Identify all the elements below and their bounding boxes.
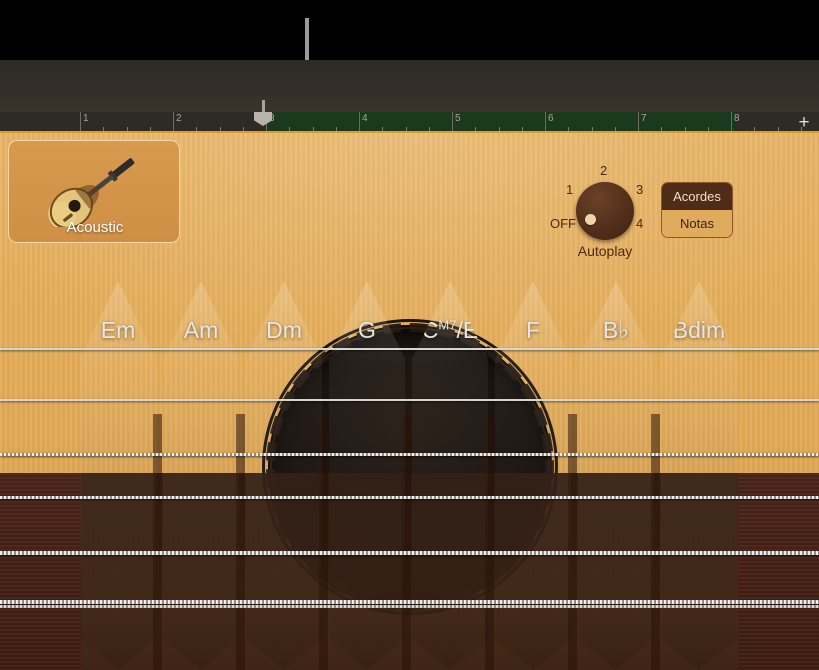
chord-strip-6[interactable]: B♭	[578, 281, 654, 670]
chord-strip-0[interactable]: Em	[80, 281, 156, 670]
chord-label: G	[329, 317, 405, 344]
chord-root: Bdim	[673, 317, 725, 343]
chord-label: Em	[80, 317, 156, 344]
bar-number: 5	[452, 113, 461, 124]
mode-option-notas[interactable]: Notas	[662, 210, 732, 237]
ruler-left-pad	[0, 112, 80, 133]
chord-root: Dm	[266, 317, 302, 343]
chord-label: CM7/E	[412, 317, 488, 344]
instrument-card[interactable]: Acoustic	[8, 140, 180, 243]
chord-root: F	[526, 317, 540, 343]
string-6[interactable]	[0, 600, 819, 604]
garageband-window: ? 1 2 3 4 5 6 7 8 +	[0, 0, 819, 670]
autoplay-knob-indicator	[585, 214, 596, 225]
string-4[interactable]	[0, 496, 819, 499]
add-track-button[interactable]: +	[793, 112, 815, 133]
mode-toggle: Acordes Notas	[661, 182, 733, 238]
chord-strip-2[interactable]: Dm	[246, 281, 322, 670]
chord-root: Em	[101, 317, 136, 343]
bar-number: 2	[173, 113, 182, 124]
callout-leader-line	[305, 18, 309, 60]
autoplay-title: Autoplay	[546, 243, 664, 259]
string-2[interactable]	[0, 399, 819, 401]
bar-number: 8	[731, 113, 740, 124]
chord-label: B♭	[578, 317, 654, 344]
timeline-ruler[interactable]: 1 2 3 4 5 6 7 8 +	[0, 112, 819, 133]
autoplay-position-4[interactable]: 4	[636, 216, 643, 231]
bar-number: 7	[638, 113, 647, 124]
chord-label: Am	[163, 317, 239, 344]
chord-bass: /E	[456, 317, 478, 343]
autoplay-position-2[interactable]: 2	[600, 163, 607, 178]
chord-strip-1[interactable]: Am	[163, 281, 239, 670]
autoplay-knob[interactable]	[576, 182, 634, 240]
bar-number: 4	[359, 113, 368, 124]
autoplay-position-3[interactable]: 3	[636, 182, 643, 197]
chord-label: F	[495, 317, 571, 344]
bridge-line	[0, 605, 819, 608]
string-3[interactable]	[0, 453, 819, 456]
acoustic-guitar-icon	[43, 147, 153, 227]
autoplay-knob-dial[interactable]	[576, 182, 634, 240]
bar-number: 6	[545, 113, 554, 124]
chord-root: G	[358, 317, 376, 343]
chord-root: C	[422, 317, 439, 343]
chord-label: Bdim	[661, 317, 737, 344]
autoplay-position-1[interactable]: 1	[566, 182, 573, 197]
chord-label: Dm	[246, 317, 322, 344]
chord-root: Am	[184, 317, 219, 343]
string-5[interactable]	[0, 551, 819, 555]
chord-strip-4[interactable]: CM7/E	[412, 281, 488, 670]
autoplay-off-label[interactable]: OFF	[550, 216, 576, 231]
mode-option-acordes[interactable]: Acordes	[662, 183, 732, 210]
instrument-card-label: Acoustic	[9, 219, 180, 236]
chord-strip-7[interactable]: Bdim	[661, 281, 737, 670]
string-1[interactable]	[0, 348, 819, 350]
toolbar: ?	[0, 60, 819, 112]
chord-strip-3[interactable]: G	[329, 281, 405, 670]
bar-number: 1	[80, 113, 89, 124]
chord-root: B♭	[603, 317, 629, 343]
chord-strip-5[interactable]: F	[495, 281, 571, 670]
chord-sup: M7	[438, 317, 456, 332]
